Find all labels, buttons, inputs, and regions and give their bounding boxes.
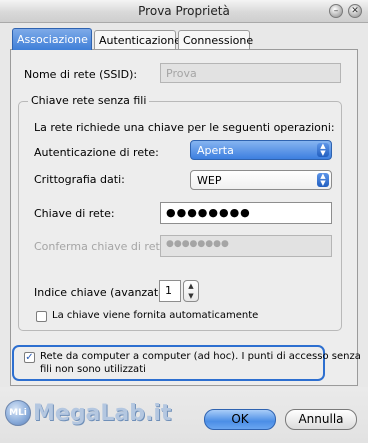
window-title: Prova Proprietà [138, 4, 230, 18]
auto-key-label: La chiave viene fornita automaticamente [52, 310, 259, 321]
tab-autenticazione[interactable]: Autenticazione [94, 30, 181, 49]
watermark-text: MegaLab.it [33, 401, 172, 426]
network-key-field[interactable]: ●●●●●●●● [160, 202, 332, 224]
adhoc-checkbox[interactable]: ✓ [24, 352, 35, 363]
megalab-logo-icon: MLi [5, 400, 31, 426]
tab-associazione[interactable]: Associazione [12, 28, 92, 50]
close-button[interactable]: ✕ [348, 4, 362, 18]
ok-button[interactable]: OK [204, 409, 276, 430]
ssid-label: Nome di rete (SSID): [24, 68, 138, 81]
minimize-button[interactable]: – [329, 4, 343, 18]
title-bar: Prova Proprietà – ✕ [0, 0, 368, 23]
key-index-label: Indice chiave (avanzato): [34, 286, 173, 299]
key-index-field[interactable]: 1 [159, 280, 181, 302]
properties-dialog: Prova Proprietà – ✕ Associazione Autenti… [0, 0, 368, 443]
encryption-value: WEP [197, 174, 222, 187]
confirm-key-label: Conferma chiave di rete: [34, 240, 171, 253]
tab-connessione[interactable]: Connessione [178, 30, 253, 49]
encryption-select[interactable]: WEP ▲ ▼ [190, 170, 332, 190]
auth-value: Aperta [197, 144, 234, 157]
auth-select[interactable]: Aperta ▲ ▼ [190, 140, 332, 160]
network-key-label: Chiave di rete: [34, 207, 115, 220]
cancel-button[interactable]: Annulla [285, 409, 357, 430]
confirm-key-field: ●●●●●●●● [160, 235, 332, 257]
select-arrows-icon: ▲ ▼ [317, 143, 329, 157]
adhoc-label-line2: fili non sono utilizzati [40, 364, 146, 375]
auth-label: Autenticazione di rete: [34, 146, 159, 159]
ssid-field: Prova [160, 63, 341, 83]
adhoc-label-line1: Rete da computer a computer (ad hoc). I … [40, 351, 361, 362]
group-description: La rete richiede una chiave per le segue… [34, 121, 335, 134]
select-arrows-icon: ▲ ▼ [317, 173, 329, 187]
key-index-stepper[interactable]: ▲ ▼ [183, 280, 199, 302]
group-title: Chiave rete senza fili [28, 94, 150, 107]
encryption-label: Crittografia dati: [34, 173, 125, 186]
auto-key-checkbox[interactable] [36, 311, 47, 322]
